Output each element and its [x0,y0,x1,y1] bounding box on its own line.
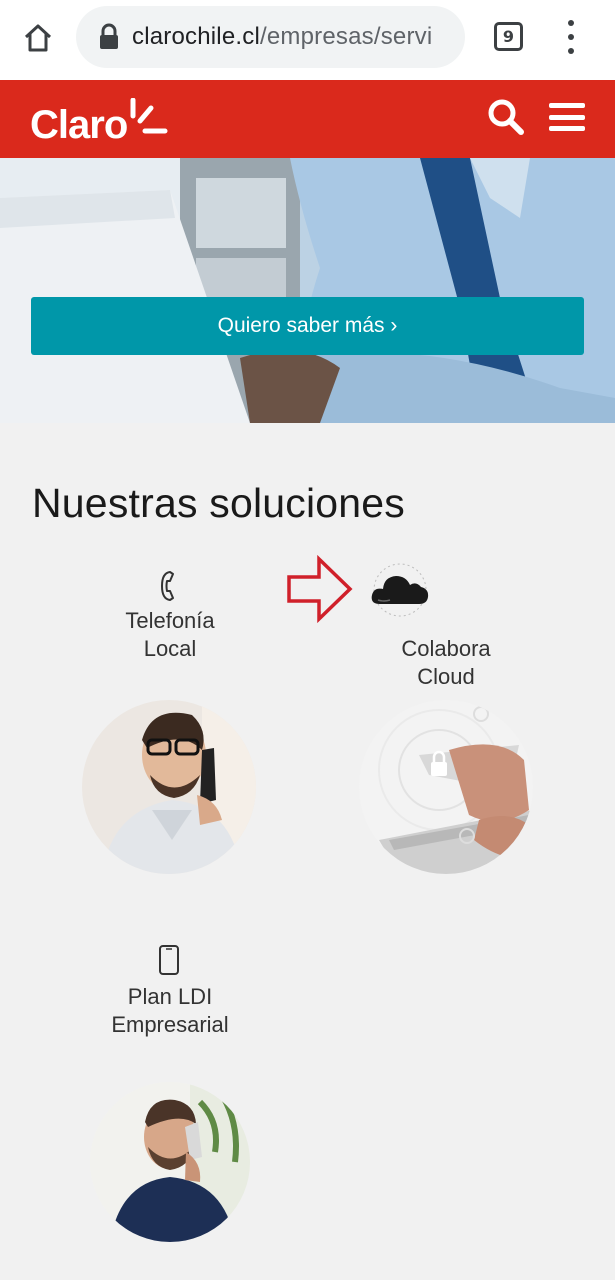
ldi-image[interactable] [90,1082,250,1242]
mobile-phone-icon[interactable] [158,944,180,976]
menu-icon[interactable] [549,103,585,131]
url-text: clarochile.cl/empresas/servi [132,23,432,51]
tab-switcher-button[interactable]: 9 [494,22,523,51]
telefonia-image[interactable] [82,700,256,874]
search-icon[interactable] [487,98,525,136]
logo-rays-icon [130,98,168,134]
solution-label-cloud[interactable]: Colabora Cloud [376,635,516,691]
solution-label-line2: Empresarial [111,1012,229,1037]
solution-label-telefonia[interactable]: Telefonía Local [100,607,240,663]
arrow-right-outline-icon [287,555,353,623]
hero-image [0,158,615,423]
cloud-icon[interactable] [368,562,432,618]
url-path: /empresas/servi [259,23,433,50]
lock-icon [100,23,118,49]
solution-label-ldi[interactable]: Plan LDI Empresarial [90,983,250,1039]
address-bar[interactable]: clarochile.cl/empresas/servi [76,6,465,68]
solution-label-line2: Cloud [417,664,475,689]
home-icon [24,24,52,52]
cta-label: Quiero saber más › [217,314,398,337]
hero-banner [0,158,615,423]
section-title: Nuestras soluciones [32,480,405,526]
tab-count: 9 [502,27,515,46]
claro-logo[interactable]: Claro [30,96,169,146]
browser-toolbar: clarochile.cl/empresas/servi 9 [0,0,615,80]
solution-label-line1: Plan LDI [127,984,213,1009]
phone-handset-icon[interactable] [158,570,180,602]
cloud-image[interactable] [359,700,533,874]
logo-text: Claro [30,103,128,147]
home-button[interactable] [18,18,58,58]
solution-label-line2: Local [143,636,197,661]
cta-button[interactable]: Quiero saber más › [31,297,584,355]
url-host: clarochile.cl [132,23,260,50]
solution-label-line1: Telefonía [125,608,215,633]
solution-label-line1: Colabora [401,636,491,661]
more-vert-icon[interactable] [556,20,586,54]
